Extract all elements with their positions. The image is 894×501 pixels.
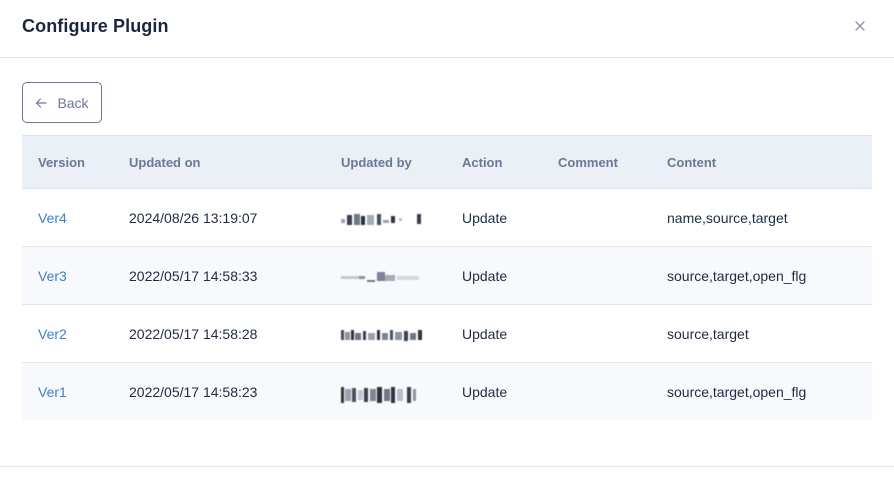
back-button-label: Back — [57, 94, 89, 111]
content-cell: source,target,open_flg — [667, 362, 872, 420]
updated-by-cell — [341, 188, 462, 247]
updated-by-cell — [341, 362, 462, 420]
action-cell: Update — [462, 188, 558, 247]
redacted-user-name — [341, 328, 425, 342]
action-cell: Update — [462, 362, 558, 420]
column-header-action: Action — [462, 135, 558, 189]
action-cell: Update — [462, 304, 558, 363]
column-header-updated-on: Updated on — [129, 135, 341, 189]
redacted-user-name — [341, 212, 423, 226]
table-row: Ver4 2024/08/26 13:19:07 Update name,sou… — [22, 188, 872, 247]
modal-title: Configure Plugin — [22, 16, 169, 36]
modal-header: Configure Plugin — [0, 0, 894, 58]
comment-cell — [558, 246, 667, 305]
comment-cell — [558, 362, 667, 420]
table-row: Ver1 2022/05/17 14:58:23 Update source,t… — [22, 362, 872, 420]
content-cell: source,target — [667, 304, 872, 363]
modal-footer-divider — [0, 466, 894, 467]
action-cell: Update — [462, 246, 558, 305]
comment-cell — [558, 304, 667, 363]
version-history-table: Version Updated on Updated by Action Com… — [22, 135, 872, 420]
table-row: Ver3 2022/05/17 14:58:33 Update source,t… — [22, 246, 872, 305]
redacted-user-name — [341, 386, 417, 403]
column-header-updated-by: Updated by — [341, 135, 462, 189]
updated-by-cell — [341, 304, 462, 363]
version-link[interactable]: Ver4 — [38, 210, 67, 226]
arrow-left-icon — [35, 97, 48, 109]
close-icon[interactable] — [852, 18, 868, 34]
column-header-content: Content — [667, 135, 872, 189]
column-header-version: Version — [22, 135, 129, 189]
comment-cell — [558, 188, 667, 247]
updated-on-cell: 2022/05/17 14:58:23 — [129, 362, 341, 420]
back-button[interactable]: Back — [22, 82, 102, 123]
content-cell: name,source,target — [667, 188, 872, 247]
version-link[interactable]: Ver3 — [38, 268, 67, 284]
table-row: Ver2 2022/05/17 14:58:28 Update source,t… — [22, 304, 872, 363]
version-link[interactable]: Ver1 — [38, 384, 67, 400]
version-link[interactable]: Ver2 — [38, 326, 67, 342]
updated-on-cell: 2024/08/26 13:19:07 — [129, 188, 341, 247]
table-header-row: Version Updated on Updated by Action Com… — [22, 135, 872, 189]
column-header-comment: Comment — [558, 135, 667, 189]
configure-plugin-modal: Configure Plugin Back Version Updated on… — [0, 0, 894, 501]
updated-by-cell — [341, 246, 462, 305]
redacted-user-name — [341, 270, 421, 284]
updated-on-cell: 2022/05/17 14:58:33 — [129, 246, 341, 305]
content-cell: source,target,open_flg — [667, 246, 872, 305]
updated-on-cell: 2022/05/17 14:58:28 — [129, 304, 341, 363]
